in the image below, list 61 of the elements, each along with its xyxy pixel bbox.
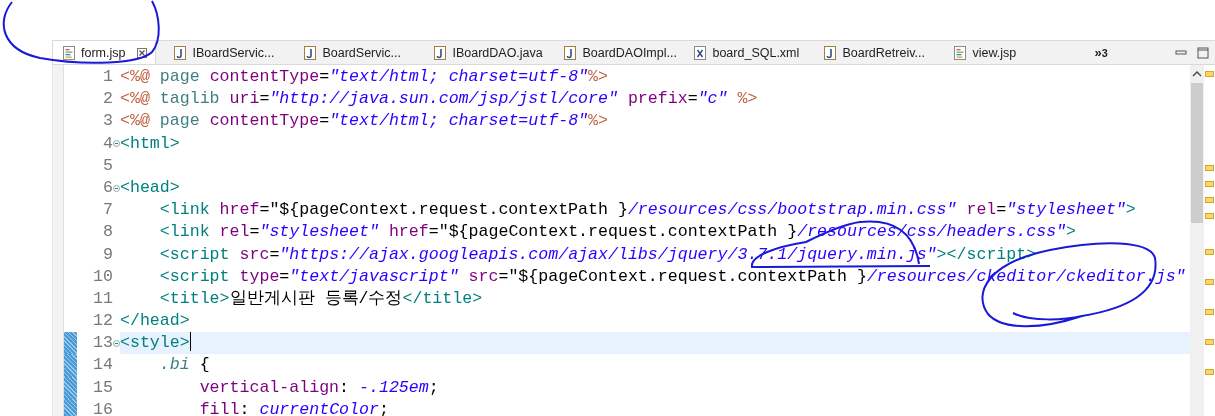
editor-tab[interactable]: BoardDAOImpl... — [554, 41, 685, 64]
code-line: <link href="${pageContext.request.contextPath }/resources/css/bootstrap.min.css" rel="stylesheet"> — [158, 199, 1137, 222]
warning-marker[interactable] — [1205, 213, 1214, 219]
line-number: 14 — [92, 354, 113, 377]
line-number: 2 — [102, 88, 113, 111]
warning-marker[interactable] — [1205, 71, 1214, 77]
line-number: 10 — [92, 265, 113, 288]
line-number: 12 — [92, 310, 113, 333]
line-number: 4 — [102, 132, 113, 155]
maximize-icon[interactable] — [1197, 46, 1209, 59]
line-number: 15 — [92, 376, 113, 399]
editor-tab[interactable]: IBoardServic... — [164, 41, 295, 64]
code-line: fill: currentColor; — [198, 398, 390, 416]
warning-marker[interactable] — [1205, 279, 1214, 285]
code-line: <%@ page contentType="text/html; charset=utf-8"%> — [120, 110, 609, 133]
collapse-icon[interactable] — [113, 339, 120, 347]
close-icon[interactable] — [137, 47, 148, 58]
java-file-icon — [174, 45, 187, 60]
warning-marker[interactable] — [1205, 165, 1214, 171]
editor-tab[interactable]: BoardServic... — [294, 41, 425, 64]
line-number: 8 — [102, 221, 113, 244]
warning-marker[interactable] — [1205, 197, 1214, 203]
collapse-icon[interactable] — [113, 184, 120, 192]
warning-marker[interactable] — [1205, 369, 1214, 375]
warning-marker[interactable] — [1205, 249, 1214, 255]
code-line: <%@ page contentType="text/html; charset=utf-8"%> — [120, 66, 609, 88]
editor-tab[interactable]: board_SQL.xml — [684, 41, 815, 64]
file-icon — [63, 45, 75, 60]
line-number: 6 — [102, 176, 113, 199]
line-number: 5 — [102, 154, 113, 177]
code-line: <html> — [120, 132, 181, 155]
warning-marker[interactable] — [1205, 339, 1214, 345]
line-number: 9 — [102, 243, 113, 266]
editor-tab[interactable]: view.jsp — [944, 41, 1075, 64]
code-line: vertical-align: -.125em; — [198, 376, 440, 399]
code-line: </head> — [120, 310, 191, 333]
warning-marker[interactable] — [1205, 309, 1214, 315]
scroll-up-icon[interactable] — [1192, 70, 1202, 78]
java-file-icon — [304, 45, 317, 60]
line-number: 11 — [92, 287, 113, 310]
editor-tab[interactable]: BoardRetreiv... — [814, 41, 945, 64]
collapse-icon[interactable] — [113, 140, 120, 148]
java-file-icon — [824, 45, 837, 60]
java-file-icon — [434, 45, 447, 60]
line-number: 13 — [92, 332, 113, 355]
warning-marker[interactable] — [1205, 181, 1214, 187]
editor-tab[interactable]: IBoardDAO.java — [424, 41, 555, 64]
editor-tab[interactable]: form.jsp — [52, 41, 157, 64]
java-file-icon — [564, 45, 577, 60]
line-number: 7 — [102, 199, 113, 222]
line-number: 3 — [102, 110, 113, 133]
line-number: 16 — [92, 398, 113, 416]
scroll-thumb[interactable] — [1191, 83, 1203, 223]
code-line: <%@ taglib uri="http://java.sun.com/jsp/jstl/core" prefix="c" %> — [120, 88, 759, 111]
file-icon — [954, 45, 967, 60]
code-line: <head> — [120, 176, 181, 199]
code-line: .bi { — [158, 354, 211, 377]
xml-file-icon — [694, 45, 707, 60]
line-number: 1 — [102, 66, 113, 88]
scrollbar[interactable] — [1190, 65, 1204, 416]
code-line: <title>일반게시판 등록/수정</title> — [158, 287, 484, 310]
